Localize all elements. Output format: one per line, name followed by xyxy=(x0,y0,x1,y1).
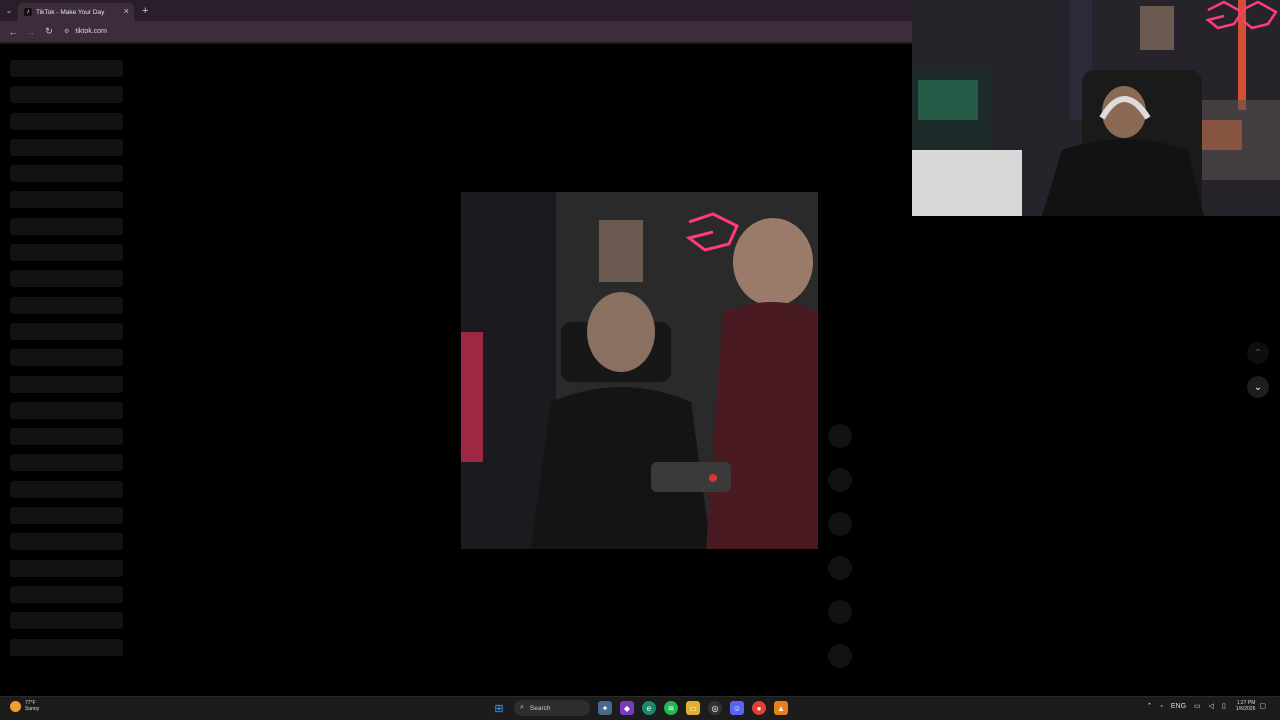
sidebar-placeholder-row xyxy=(10,296,123,314)
copilot-icon[interactable]: ◆ xyxy=(620,701,634,715)
weather-description: Sunny xyxy=(25,706,40,712)
browser-tab-bar: ⌄ ♪ TikTok - Make Your Day × + xyxy=(0,0,912,21)
sidebar-placeholder-row xyxy=(10,454,123,472)
sidebar-placeholder-row xyxy=(10,612,123,630)
action-placeholder xyxy=(828,424,852,448)
chevron-up-icon: ⌃ xyxy=(1253,347,1263,359)
taskbar-apps: ⊞ ⌕ Search ✦ ◆ e ≋ ▭ ◎ ☺ ● ▲ xyxy=(488,700,792,716)
tray-app-icon[interactable]: ▪ xyxy=(1160,703,1162,710)
sidebar-placeholder-row xyxy=(10,165,123,183)
tab-title: TikTok - Make Your Day xyxy=(36,8,105,16)
spotify-icon[interactable]: ≋ xyxy=(664,701,678,715)
sidebar-placeholder-row xyxy=(10,401,123,419)
close-tab-icon[interactable]: × xyxy=(124,6,129,16)
sidebar-placeholder-row xyxy=(10,86,123,104)
webcam-image xyxy=(912,0,1280,216)
site-info-icon[interactable]: ⚙ xyxy=(64,28,69,35)
chevron-up-icon[interactable]: ⌃ xyxy=(1147,702,1153,710)
back-icon[interactable]: ← xyxy=(4,27,22,37)
sidebar-placeholder-row xyxy=(10,507,123,525)
sidebar-placeholder-row xyxy=(10,638,123,656)
chrome-icon[interactable]: ● xyxy=(752,701,766,715)
forward-icon[interactable]: → xyxy=(22,27,40,37)
sidebar-placeholder-row xyxy=(10,112,123,130)
sidebar-placeholder-row xyxy=(10,217,123,235)
sidebar-placeholder-row xyxy=(10,480,123,498)
sidebar-placeholder-row xyxy=(10,60,123,77)
notification-icon[interactable]: ▢ xyxy=(1259,702,1266,710)
next-video-button[interactable]: ⌄ xyxy=(1247,376,1269,398)
discord-icon[interactable]: ☺ xyxy=(730,701,744,715)
language-indicator[interactable]: ENG xyxy=(1171,703,1186,710)
tab-search-dropdown-icon[interactable]: ⌄ xyxy=(0,0,18,21)
action-placeholder xyxy=(828,512,852,536)
video-frame-image xyxy=(461,192,818,549)
reload-icon[interactable]: ↻ xyxy=(40,26,58,37)
url-text: tiktok.com xyxy=(75,28,107,35)
widgets-icon[interactable]: ✦ xyxy=(598,701,612,715)
video-player[interactable] xyxy=(461,192,818,549)
search-label: Search xyxy=(529,704,551,712)
sidebar-placeholder-row xyxy=(10,322,123,340)
search-icon: ⌕ xyxy=(520,704,524,711)
action-placeholder xyxy=(828,644,852,668)
action-placeholder xyxy=(828,600,852,624)
tab-tiktok[interactable]: ♪ TikTok - Make Your Day × xyxy=(18,3,134,21)
sidebar-placeholder-row xyxy=(10,585,123,603)
sidebar-placeholder-row xyxy=(10,244,123,262)
action-placeholder xyxy=(828,468,852,492)
new-tab-icon[interactable]: + xyxy=(142,5,148,17)
sidebar-placeholder-row xyxy=(10,375,123,393)
windows-start-icon[interactable]: ⊞ xyxy=(492,701,506,715)
action-placeholder xyxy=(828,556,852,580)
sidebar-placeholder-row xyxy=(10,138,123,156)
previous-video-button[interactable]: ⌃ xyxy=(1247,342,1269,364)
windows-taskbar: . 77°F Sunny ⊞ ⌕ Search ✦ ◆ e ≋ ▭ ◎ ☺ ● … xyxy=(0,696,1280,720)
edge-icon[interactable]: e xyxy=(642,701,656,715)
file-explorer-icon[interactable]: ▭ xyxy=(686,701,700,715)
video-actions-skeleton xyxy=(828,424,854,688)
address-bar[interactable]: ⚙ tiktok.com xyxy=(64,28,107,35)
app-icon[interactable]: ▲ xyxy=(774,701,788,715)
sidebar-placeholder-row xyxy=(10,191,123,209)
streamer-webcam-overlay xyxy=(912,0,1280,216)
chevron-down-icon: ⌄ xyxy=(1253,381,1263,393)
sidebar-skeleton xyxy=(10,60,123,665)
sidebar-placeholder-row xyxy=(10,428,123,446)
weather-widget[interactable]: . 77°F Sunny xyxy=(10,700,39,712)
sun-icon: . xyxy=(10,700,21,712)
toolbar-divider xyxy=(0,42,912,44)
clock-date: 1/6/2026 xyxy=(1235,706,1256,712)
system-tray: ⌃ ▪ ENG ▭ ◁ ▯ 1:27 PM 1/6/2026 ▢ xyxy=(1143,700,1271,712)
sidebar-placeholder-row xyxy=(10,533,123,551)
sidebar-placeholder-row xyxy=(10,270,123,288)
screen: ⌄ ♪ TikTok - Make Your Day × + ← → ↻ ⚙ t… xyxy=(0,0,1280,720)
volume-icon[interactable]: ◁ xyxy=(1209,702,1214,710)
tiktok-icon: ♪ xyxy=(24,8,32,16)
network-icon[interactable]: ▭ xyxy=(1194,702,1201,710)
obs-icon[interactable]: ◎ xyxy=(708,701,722,715)
battery-icon[interactable]: ▯ xyxy=(1222,702,1226,710)
taskbar-search[interactable]: ⌕ Search xyxy=(514,700,590,716)
browser-toolbar: ← → ↻ ⚙ tiktok.com xyxy=(0,21,912,42)
sidebar-placeholder-row xyxy=(10,349,123,367)
sidebar-placeholder-row xyxy=(10,559,123,577)
clock[interactable]: 1:27 PM 1/6/2026 xyxy=(1236,700,1255,712)
